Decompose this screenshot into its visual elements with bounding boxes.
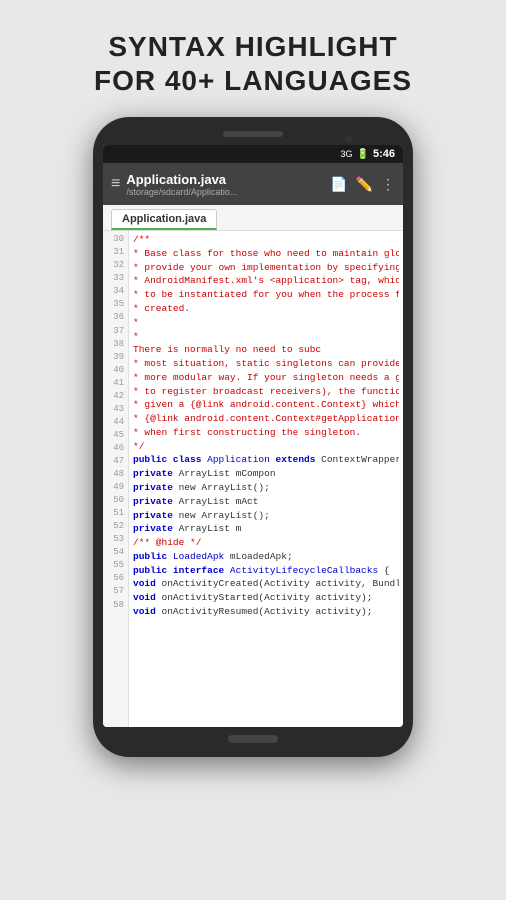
code-line: /** @hide */: [133, 536, 399, 550]
file-tab-application-java[interactable]: Application.java: [111, 209, 217, 230]
line-number: 53: [107, 533, 124, 546]
code-line: public interface ActivityLifecycleCallba…: [133, 564, 399, 578]
line-number: 55: [107, 559, 124, 572]
code-area: 3031323334353637383940414243444546474849…: [103, 231, 403, 727]
phone-screen: 3G 🔋 5:46 ≡ Application.java /storage/sd…: [103, 145, 403, 727]
line-number: 41: [107, 377, 124, 390]
line-number: 30: [107, 233, 124, 246]
more-options-icon[interactable]: ⋮: [381, 176, 395, 193]
code-line: /**: [133, 233, 399, 247]
line-number: 47: [107, 455, 124, 468]
phone-device: 3G 🔋 5:46 ≡ Application.java /storage/sd…: [93, 117, 413, 757]
code-line: * {@link android.content.Context#getAppl…: [133, 412, 399, 426]
line-number: 58: [107, 599, 124, 612]
code-line: public LoadedApk mLoadedApk;: [133, 550, 399, 564]
header-text: SYNTAX HIGHLIGHT FOR 40+ LANGUAGES: [74, 0, 432, 117]
line-number: 38: [107, 338, 124, 351]
line-number: 57: [107, 585, 124, 598]
code-line: * AndroidManifest.xml's <application> ta…: [133, 274, 399, 288]
code-line: public class Application extends Context…: [133, 453, 399, 467]
line-numbers: 3031323334353637383940414243444546474849…: [103, 231, 129, 727]
code-line: * to register broadcast receivers), the …: [133, 385, 399, 399]
code-line: * Base class for those who need to maint…: [133, 247, 399, 261]
code-line: * more modular way. If your singleton ne…: [133, 371, 399, 385]
line-number: 43: [107, 403, 124, 416]
clock: 5:46: [373, 148, 395, 160]
code-line: private new ArrayList();: [133, 509, 399, 523]
battery-icon: 🔋: [357, 149, 369, 160]
code-line: private ArrayList mAct: [133, 495, 399, 509]
file-tab-bar: Application.java: [103, 205, 403, 231]
line-number: 44: [107, 416, 124, 429]
line-number: 40: [107, 364, 124, 377]
toolbar-title-block: Application.java /storage/sdcard/Applica…: [126, 172, 324, 197]
file-icon[interactable]: 📄: [330, 176, 347, 193]
code-line: * given a {@link android.content.Context…: [133, 398, 399, 412]
code-line: void onActivityStarted(Activity activity…: [133, 591, 399, 605]
line-number: 31: [107, 246, 124, 259]
line-number: 51: [107, 507, 124, 520]
code-line: * most situation, static singletons can …: [133, 357, 399, 371]
line-number: 49: [107, 481, 124, 494]
menu-icon[interactable]: ≡: [111, 176, 120, 192]
line-number: 48: [107, 468, 124, 481]
edit-icon[interactable]: ✏️: [356, 176, 373, 193]
code-line: void onActivityCreated(Activity activity…: [133, 577, 399, 591]
app-toolbar: ≡ Application.java /storage/sdcard/Appli…: [103, 163, 403, 205]
line-number: 34: [107, 285, 124, 298]
line-number: 45: [107, 429, 124, 442]
code-line: private ArrayList mCompon: [133, 467, 399, 481]
code-line: * provide your own implementation by spe…: [133, 261, 399, 275]
line-number: 35: [107, 298, 124, 311]
code-line: * when first constructing the singleton.: [133, 426, 399, 440]
line-number: 54: [107, 546, 124, 559]
line-number: 52: [107, 520, 124, 533]
status-bar: 3G 🔋 5:46: [103, 145, 403, 163]
phone-camera: [345, 135, 353, 143]
phone-speaker: [223, 131, 283, 137]
phone-home-bar[interactable]: [228, 735, 278, 743]
line-number: 56: [107, 572, 124, 585]
toolbar-filename: Application.java: [126, 172, 324, 187]
code-line: private new ArrayList();: [133, 481, 399, 495]
code-content[interactable]: /** * Base class for those who need to m…: [129, 231, 403, 727]
code-line: private ArrayList m: [133, 522, 399, 536]
code-line: *: [133, 316, 399, 330]
line-number: 46: [107, 442, 124, 455]
code-line: */: [133, 440, 399, 454]
code-line: * created.: [133, 302, 399, 316]
toolbar-actions: 📄 ✏️ ⋮: [330, 176, 395, 193]
line-number: 50: [107, 494, 124, 507]
network-signal: 3G: [341, 149, 353, 159]
line-number: 42: [107, 390, 124, 403]
toolbar-path: /storage/sdcard/Applicatio...: [126, 187, 324, 197]
line-number: 36: [107, 311, 124, 324]
code-line: * to be instantiated for you when the pr…: [133, 288, 399, 302]
line-number: 39: [107, 351, 124, 364]
code-line: void onActivityResumed(Activity activity…: [133, 605, 399, 619]
line-number: 32: [107, 259, 124, 272]
line-number: 33: [107, 272, 124, 285]
code-line: * There is normally no need to subc: [133, 330, 399, 358]
line-number: 37: [107, 325, 124, 338]
